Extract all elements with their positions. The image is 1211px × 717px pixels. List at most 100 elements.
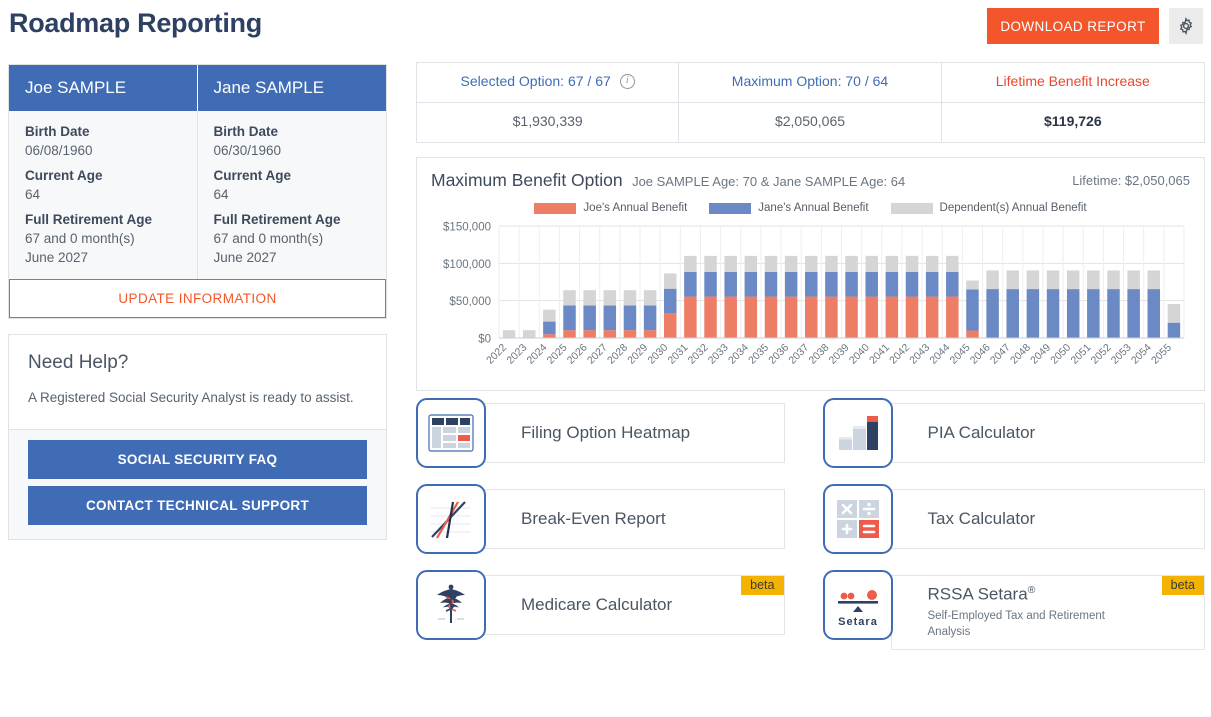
legend-swatch — [709, 202, 752, 214]
x-axis-tick-label: 2033 — [706, 342, 731, 367]
x-axis-tick-label: 2049 — [1028, 342, 1053, 367]
beta-badge: beta — [741, 576, 784, 595]
settings-button[interactable] — [1169, 8, 1203, 44]
caduceus-icon — [416, 570, 486, 640]
tool-card-pia-calculator[interactable]: PIA Calculator — [822, 398, 1205, 468]
chart-bar-segment — [865, 271, 878, 297]
info-icon[interactable]: i — [619, 73, 635, 89]
summary-value-selected-option: $1,930,339 — [417, 103, 680, 142]
chart-bar-segment — [704, 255, 717, 272]
tool-card-body: PIA Calculator — [890, 403, 1205, 463]
chart-bar-segment — [704, 296, 717, 338]
update-information-button[interactable]: UPDATE INFORMATION — [9, 279, 386, 318]
chart-bar-segment — [583, 305, 596, 331]
chart-bar-segment — [1147, 289, 1161, 338]
page-header: Roadmap Reporting DOWNLOAD REPORT — [0, 0, 1211, 52]
chart-bar-segment — [1006, 289, 1019, 338]
summary-value-lifetime-increase: $119,726 — [942, 103, 1204, 142]
x-axis-tick-label: 2037 — [786, 342, 811, 367]
chart-legend: Joe's Annual Benefit Jane's Annual Benefi… — [431, 200, 1190, 216]
chart-bar-segment — [845, 271, 858, 297]
chart-bar-segment — [1046, 289, 1060, 338]
download-report-button[interactable]: DOWNLOAD REPORT — [987, 8, 1159, 44]
birth-date-value: 06/08/1960 — [25, 143, 93, 158]
chart-subtitle: Joe SAMPLE Age: 70 & Jane SAMPLE Age: 64 — [632, 174, 906, 189]
current-age-label: Current Age — [213, 168, 292, 183]
chart-bar-segment — [583, 330, 596, 338]
legend-swatch — [534, 202, 577, 214]
tool-card-filing-option-heatmap[interactable]: Filing Option Heatmap — [416, 398, 785, 468]
chart-bar-segment — [643, 305, 657, 331]
legend-label: Joe's Annual Benefit — [583, 202, 688, 214]
person-name-jane: Jane SAMPLE — [197, 65, 386, 111]
chart-bar-segment — [1107, 270, 1120, 290]
x-axis-tick-label: 2025 — [545, 342, 570, 367]
chart-bar-segment — [1167, 322, 1181, 338]
chart-bar-segment — [764, 296, 778, 338]
benefit-chart-panel: Maximum Benefit Option Joe SAMPLE Age: 7… — [416, 157, 1205, 391]
full-retirement-age-value: 67 and 0 month(s) — [25, 231, 135, 246]
contact-technical-support-button[interactable]: CONTACT TECHNICAL SUPPORT — [28, 485, 367, 525]
full-retirement-age-label: Full Retirement Age — [213, 212, 341, 227]
summary-value-maximum-option: $2,050,065 — [679, 103, 942, 142]
chart-bar-segment — [1167, 304, 1181, 323]
chart-bar-segment — [724, 296, 737, 338]
chart-bar-segment — [825, 271, 838, 297]
x-axis-tick-label: 2028 — [605, 342, 630, 367]
need-help-actions: SOCIAL SECURITY FAQ CONTACT TECHNICAL SU… — [9, 430, 386, 539]
x-axis-tick-label: 2041 — [867, 342, 892, 367]
tool-card-tax-calculator[interactable]: Tax Calculator — [822, 484, 1205, 554]
chart-bar-segment — [784, 271, 798, 297]
chart-bar-segment — [684, 255, 697, 272]
chart-bar-segment — [905, 296, 919, 338]
x-axis-tick-label: 2039 — [827, 342, 852, 367]
social-security-faq-button[interactable]: SOCIAL SECURITY FAQ — [28, 439, 367, 479]
tool-card-medicare-calculator[interactable]: Medicare Calculator beta — [416, 570, 785, 640]
chart-bar-segment — [966, 289, 979, 331]
chart-bar-segment — [1026, 270, 1040, 290]
tool-card-body: Break-Even Report — [484, 489, 785, 549]
page-title: Roadmap Reporting — [9, 8, 262, 38]
tool-card-break-even-report[interactable]: Break-Even Report — [416, 484, 785, 554]
chart-bar-segment — [1147, 270, 1161, 290]
chart-bar-segment — [865, 255, 878, 272]
chart-bar-segment — [684, 271, 697, 297]
tool-card-body: Medicare Calculator beta — [484, 575, 785, 635]
main-content: Selected Option: 67 / 67 i Maximum Optio… — [416, 62, 1205, 391]
y-axis-tick-label: $0 — [478, 334, 491, 346]
chart-bar-segment — [603, 290, 617, 306]
chart-bar-segment — [885, 296, 899, 338]
chart-bar-segment — [946, 255, 959, 272]
current-age-label: Current Age — [25, 168, 103, 183]
chart-bar-segment — [522, 330, 536, 338]
chart-bar-segment — [764, 255, 778, 272]
x-axis-tick-label: 2036 — [766, 342, 791, 367]
summary-header-label: Selected Option: 67 / 67 — [460, 73, 611, 89]
roadmap-reporting-page: Roadmap Reporting DOWNLOAD REPORT Joe SA… — [0, 0, 1211, 717]
y-axis-tick-label: $150,000 — [443, 222, 491, 234]
x-axis-tick-label: 2054 — [1129, 342, 1154, 367]
chart-bar-segment — [563, 290, 576, 306]
chart-bar-segment — [1046, 270, 1060, 290]
x-axis-tick-label: 2040 — [847, 342, 872, 367]
tool-card-rssa-setara[interactable]: Setara RSSA Setara® Self-Employed Tax an… — [822, 570, 1205, 655]
people-header-row: Joe SAMPLE Jane SAMPLE — [9, 65, 386, 111]
x-axis-tick-label: 2052 — [1089, 342, 1114, 367]
chart-bar-segment — [643, 290, 657, 306]
svg-text:Setara: Setara — [838, 616, 878, 628]
tool-card-title-text: RSSA Setara — [927, 584, 1028, 604]
birth-date-value: 06/30/1960 — [213, 143, 282, 158]
legend-item: Joe's Annual Benefit — [534, 202, 687, 214]
chart-bar-segment — [805, 255, 818, 272]
chart-bar-segment — [623, 290, 637, 306]
chart-bar-segment — [643, 330, 657, 338]
summary-header-selected-option[interactable]: Selected Option: 67 / 67 i — [417, 63, 680, 102]
people-detail-row: Birth Date 06/08/1960 Current Age 64 Ful… — [9, 111, 386, 279]
chart-bar-segment — [543, 321, 556, 335]
chart-bar-segment — [845, 296, 858, 338]
person-details-jane: Birth Date 06/30/1960 Current Age 64 Ful… — [198, 111, 387, 279]
summary-header-label: Maximum Option: 70 / 64 — [731, 73, 889, 89]
tool-card-label: Filing Option Heatmap — [521, 423, 691, 442]
y-axis-tick-label: $100,000 — [443, 259, 491, 271]
chart-bar-segment — [865, 296, 878, 338]
